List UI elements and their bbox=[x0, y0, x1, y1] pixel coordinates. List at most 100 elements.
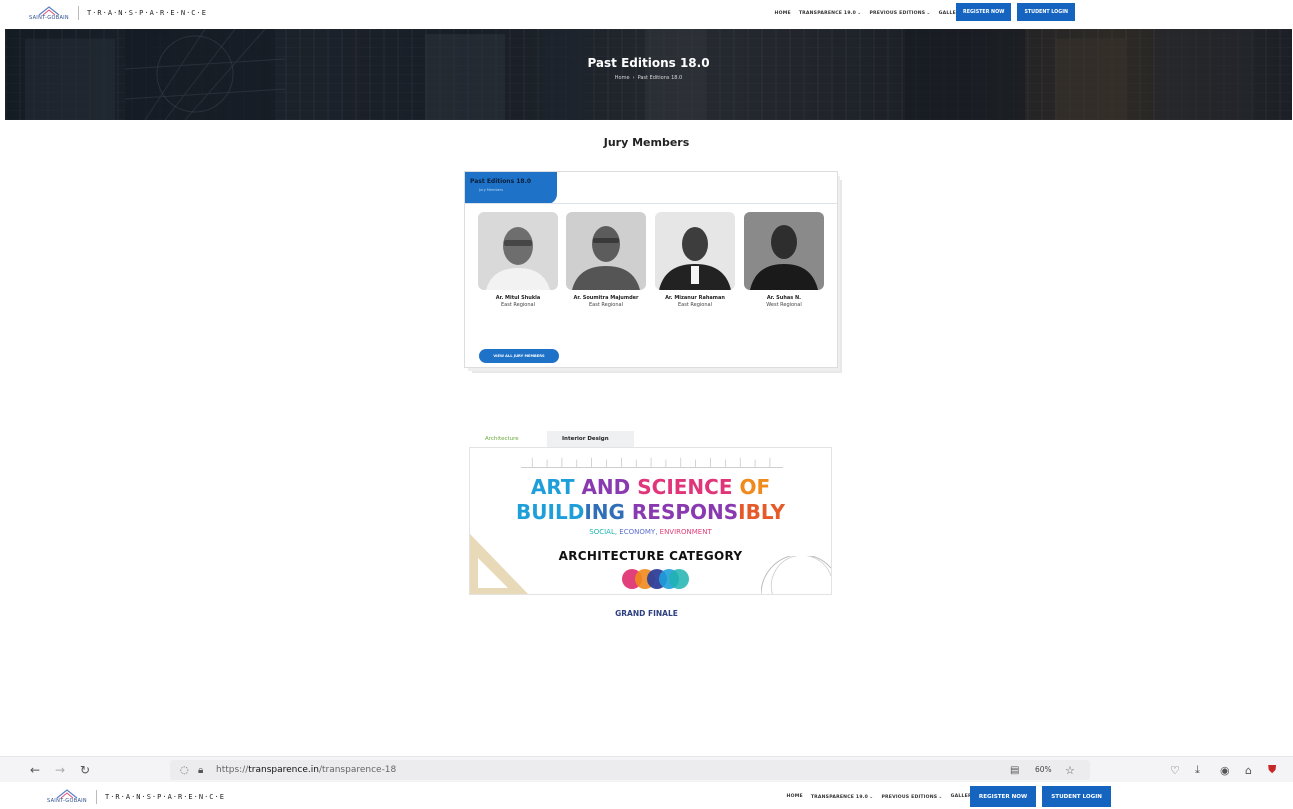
transparence-logo: T·R·A·N·S·P·A·R·E·N·C·E bbox=[87, 9, 207, 17]
transparence-logo: T·R·A·N·S·P·A·R·E·N·C·E bbox=[105, 793, 225, 801]
extensions-icon[interactable]: ⌂ bbox=[1245, 761, 1252, 779]
saint-gobain-logo: SAINT-GOBAIN bbox=[28, 5, 70, 21]
brand-logos[interactable]: SAINT-GOBAIN T·R·A·N·S·P·A·R·E·N·C·E bbox=[28, 0, 207, 26]
jury-member-region: East Regional bbox=[589, 302, 623, 308]
nav-transparence[interactable]: TRANSPARENCE 19.0⌄ bbox=[799, 10, 862, 16]
banner-word: BUILD bbox=[516, 500, 585, 524]
transparence-wordmark: T·R·A·N·S·P·A·R·E·N·C·E bbox=[87, 9, 207, 17]
nav-transparence-label: TRANSPARENCE 19.0 bbox=[798, 11, 857, 16]
forward-arrow-icon[interactable]: → bbox=[55, 761, 65, 779]
ublock-shield-icon[interactable]: ⛊ bbox=[1268, 761, 1276, 779]
tab-interior-design[interactable]: Interior Design bbox=[547, 431, 634, 447]
nav-home[interactable]: HOME bbox=[775, 11, 791, 16]
pocket-icon[interactable]: ♡ bbox=[1170, 761, 1180, 779]
banner-word: ART bbox=[530, 475, 575, 499]
divider bbox=[465, 203, 837, 204]
student-login-button[interactable]: STUDENT LOGIN bbox=[1017, 3, 1075, 21]
reload-icon[interactable]: ↻ bbox=[80, 761, 90, 779]
banner-headline-1: ART AND SCIENCE OF bbox=[470, 475, 831, 499]
jury-member-photo bbox=[655, 212, 735, 290]
jury-member-card[interactable]: Ar. Mitul Shukla East Regional bbox=[478, 212, 558, 309]
page: SAINT-GOBAIN T·R·A·N·S·P·A·R·E·N·C·E HOM… bbox=[0, 0, 1293, 809]
jury-member-name: Ar. Mitul Shukla bbox=[495, 295, 541, 301]
jury-member-region: West Regional bbox=[766, 302, 802, 308]
jury-member-region: East Regional bbox=[678, 302, 712, 308]
zoom-level[interactable]: 60% bbox=[1035, 765, 1052, 774]
nav-home[interactable]: HOME bbox=[787, 794, 803, 799]
saint-gobain-logo: SAINT-GOBAIN bbox=[46, 789, 88, 804]
banner-sub-word: ECONOMY bbox=[619, 528, 656, 536]
banner-word: OF bbox=[739, 475, 771, 499]
reader-view-icon[interactable]: ▤ bbox=[1010, 761, 1019, 779]
roof-icon bbox=[56, 789, 78, 798]
overlapping-circles-icon bbox=[622, 569, 689, 589]
jury-card: Past Editions 18.0 Jury Members Ar. Mitu… bbox=[464, 171, 838, 368]
student-login-button[interactable]: STUDENT LOGIN bbox=[1042, 786, 1111, 807]
banner-word: IBLY bbox=[738, 500, 785, 524]
chevron-down-icon: ⌄ bbox=[857, 10, 862, 16]
register-now-button[interactable]: REGISTER NOW bbox=[969, 786, 1037, 807]
hero-banner: Past Editions 18.0 Home › Past Editions 18… bbox=[5, 29, 1292, 120]
jury-member-photo bbox=[478, 212, 558, 290]
transparence-wordmark: T·R·A·N·S·P·A·R·E·N·C·E bbox=[105, 792, 225, 801]
breadcrumb-separator-icon: › bbox=[632, 75, 635, 81]
category-banner-image[interactable]: ART AND SCIENCE OF BUILDING RESPONSIBLY … bbox=[469, 447, 832, 595]
banner-word: ING bbox=[584, 500, 625, 524]
main-menu: HOME TRANSPARENCE 19.0⌄ PREVIOUS EDITION… bbox=[787, 784, 975, 809]
protractor-icon bbox=[761, 556, 831, 594]
bookmark-star-icon[interactable]: ☆ bbox=[1065, 761, 1075, 779]
view-all-jury-button[interactable]: VIEW ALL JURY MEMBERS bbox=[479, 349, 559, 363]
banner-word: SCIENCE bbox=[637, 475, 733, 499]
ruler-graphic bbox=[521, 457, 783, 468]
nav-buttons: REGISTER NOW STUDENT LOGIN bbox=[956, 3, 1075, 21]
main-menu: HOME TRANSPARENCE 19.0⌄ PREVIOUS EDITION… bbox=[775, 0, 963, 26]
jury-member-card[interactable]: Ar. Mizanur Rahaman East Regional bbox=[655, 212, 735, 309]
nav-buttons: REGISTER NOW STUDENT LOGIN bbox=[969, 786, 1111, 807]
top-navbar-secondary: SAINT-GOBAIN T·R·A·N·S·P·A·R·E·N·C·E HOM… bbox=[0, 784, 1293, 809]
chevron-down-icon: ⌄ bbox=[938, 793, 943, 800]
breadcrumb: Home › Past Editions 18.0 bbox=[5, 75, 1292, 81]
jury-card-tab[interactable]: Past Editions 18.0 Jury Members bbox=[465, 172, 557, 204]
brand-divider bbox=[78, 6, 79, 20]
url-text: https://transparence.in/transparence-18 bbox=[216, 765, 396, 775]
lock-icon[interactable]: 🔒︎ bbox=[198, 761, 203, 779]
nav-transparence-label: TRANSPARENCE 19.0 bbox=[810, 794, 869, 800]
jury-member-photo bbox=[744, 212, 824, 290]
shield-icon[interactable]: ◌ bbox=[180, 761, 189, 779]
download-icon[interactable]: ⤓ bbox=[1195, 761, 1200, 779]
brand-logos[interactable]: SAINT-GOBAIN T·R·A·N·S·P·A·R·E·N·C·E bbox=[46, 784, 225, 809]
roof-icon bbox=[38, 5, 60, 15]
jury-tab-title: Past Editions 18.0 bbox=[470, 178, 532, 185]
saint-gobain-wordmark: SAINT-GOBAIN bbox=[29, 14, 69, 21]
chevron-down-icon: ⌄ bbox=[926, 10, 931, 16]
jury-member-name: Ar. Mizanur Rahaman bbox=[665, 295, 725, 301]
tab-architecture[interactable]: Architecture bbox=[470, 431, 547, 447]
banner-word: RESPONS bbox=[631, 500, 739, 524]
browser-toolbar: ← → ↻ ◌ 🔒︎ https://transparence.in/trans… bbox=[0, 756, 1293, 782]
grand-finale-link[interactable]: GRAND FINALE bbox=[0, 609, 1293, 618]
jury-tab-subtitle: Jury Members bbox=[479, 188, 504, 192]
chevron-down-icon: ⌄ bbox=[869, 793, 874, 800]
jury-member-region: East Regional bbox=[501, 302, 535, 308]
jury-member-card[interactable]: Ar. Suhas N. West Regional bbox=[744, 212, 824, 309]
breadcrumb-home-link[interactable]: Home bbox=[615, 75, 630, 81]
jury-member-name: Ar. Suhas N. bbox=[766, 295, 802, 301]
nav-previous-editions[interactable]: PREVIOUS EDITIONS⌄ bbox=[869, 10, 930, 16]
register-now-button[interactable]: REGISTER NOW bbox=[956, 3, 1012, 21]
nav-previous-label: PREVIOUS EDITIONS bbox=[881, 794, 938, 800]
banner-sub-word: ENVIRONMENT bbox=[659, 528, 712, 536]
banner-word: AND bbox=[581, 475, 631, 499]
jury-section-title: Jury Members bbox=[603, 136, 690, 149]
nav-previous-editions[interactable]: PREVIOUS EDITIONS⌄ bbox=[881, 794, 942, 800]
url-host: transparence.in bbox=[248, 765, 319, 775]
brand-divider bbox=[96, 789, 97, 804]
address-bar[interactable]: ◌ 🔒︎ https://transparence.in/transparenc… bbox=[170, 760, 1090, 780]
url-scheme: https:// bbox=[216, 765, 249, 775]
nav-previous-label: PREVIOUS EDITIONS bbox=[869, 11, 926, 16]
saint-gobain-wordmark: SAINT-GOBAIN bbox=[47, 798, 87, 804]
category-tabs: Architecture Interior Design bbox=[470, 431, 634, 447]
nav-transparence[interactable]: TRANSPARENCE 19.0⌄ bbox=[811, 794, 874, 800]
account-icon[interactable]: ◉ bbox=[1220, 761, 1230, 779]
back-arrow-icon[interactable]: ← bbox=[30, 761, 40, 779]
jury-member-card[interactable]: Ar. Soumitra Majumder East Regional bbox=[566, 212, 646, 309]
